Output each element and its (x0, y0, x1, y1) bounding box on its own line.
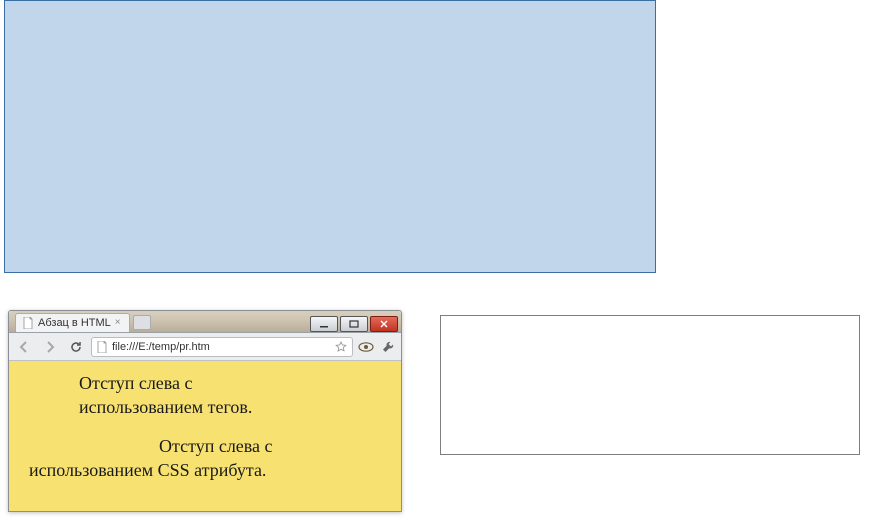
blue-placeholder-box (4, 0, 656, 273)
window-titlebar: Абзац в HTML × (9, 311, 401, 333)
paragraph-css-line2: использованием CSS атрибута. (29, 458, 395, 482)
maximize-button[interactable] (340, 316, 368, 332)
reload-button[interactable] (65, 337, 87, 357)
new-tab-button[interactable] (133, 315, 151, 330)
tab-strip: Абзац в HTML × (9, 311, 151, 332)
wrench-icon[interactable] (379, 340, 397, 354)
empty-white-box (440, 315, 860, 455)
back-button[interactable] (13, 337, 35, 357)
window-controls (310, 314, 401, 332)
browser-tab[interactable]: Абзац в HTML × (15, 313, 130, 332)
paragraph-css-line1: Отступ слева с (159, 434, 395, 458)
page-icon (96, 341, 108, 353)
bookmark-star-icon[interactable] (334, 341, 348, 353)
paragraph-tags-indent: Отступ слева с использованием тегов. (79, 371, 309, 420)
forward-button[interactable] (39, 337, 61, 357)
browser-toolbar: file:///E:/temp/pr.htm (9, 333, 401, 361)
view-icon[interactable] (357, 341, 375, 353)
tab-close-button[interactable]: × (115, 318, 123, 328)
url-text: file:///E:/temp/pr.htm (112, 341, 330, 353)
minimize-button[interactable] (310, 316, 338, 332)
page-icon (22, 317, 34, 329)
tab-title: Абзац в HTML (38, 317, 111, 329)
browser-window: Абзац в HTML × (8, 310, 402, 512)
address-bar[interactable]: file:///E:/temp/pr.htm (91, 337, 353, 357)
paragraph-css-indent: Отступ слева с использованием CSS атрибу… (29, 434, 395, 483)
page-content: Отступ слева с использованием тегов. Отс… (9, 361, 401, 511)
close-button[interactable] (370, 316, 398, 332)
